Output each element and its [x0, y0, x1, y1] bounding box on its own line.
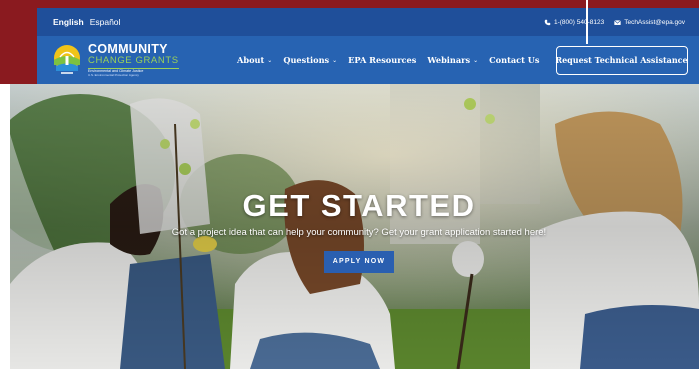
nav-questions[interactable]: Questions ⌄	[283, 55, 337, 65]
phone-number: 1-(800) 540-8123	[553, 18, 605, 26]
email-link[interactable]: TechAssist@epa.gov	[614, 19, 685, 26]
hero-banner: GET STARTED Got a project idea that can …	[10, 84, 699, 369]
phone-link[interactable]: 1-(800) 540-8123	[544, 19, 604, 26]
nav-contact-us-label: Contact Us	[489, 55, 540, 65]
language-spanish-link[interactable]: Español	[90, 17, 121, 27]
site-logo[interactable]: COMMUNITY CHANGE GRANTS Environmental an…	[50, 43, 220, 78]
nav-epa-resources-label: EPA Resources	[348, 55, 417, 65]
nav-epa-resources[interactable]: EPA Resources	[348, 55, 416, 65]
hero-content: GET STARTED Got a project idea that can …	[10, 188, 699, 273]
apply-now-button[interactable]: APPLY NOW	[324, 251, 394, 273]
chevron-down-icon: ⌄	[267, 56, 273, 64]
utility-bar: English Español 1-(800) 540-8123 TechAss…	[37, 8, 699, 36]
nav-about-label: About	[237, 55, 265, 65]
logo-agency: U.S. Environmental Protection Agency	[88, 73, 139, 78]
contact-info: 1-(800) 540-8123 TechAssist@epa.gov	[544, 19, 685, 26]
callout-pointer-line	[586, 0, 588, 44]
logo-title: COMMUNITY	[88, 41, 168, 56]
hero-title: GET STARTED	[242, 188, 476, 223]
chevron-down-icon: ⌄	[473, 56, 479, 64]
language-english-link[interactable]: English	[53, 17, 84, 27]
hero-subtitle: Got a project idea that can help your co…	[171, 227, 547, 238]
request-technical-assistance-button[interactable]: Request Technical Assistance	[555, 45, 688, 75]
chevron-down-icon: ⌄	[332, 56, 338, 64]
nav-webinars[interactable]: Webinars ⌄	[427, 55, 478, 65]
phone-icon	[544, 19, 551, 25]
main-header: COMMUNITY CHANGE GRANTS Environmental an…	[37, 36, 699, 84]
nav-contact-us[interactable]: Contact Us	[489, 55, 539, 65]
nav-webinars-label: Webinars	[427, 55, 471, 65]
nav-about[interactable]: About ⌄	[237, 55, 272, 65]
logo-subtitle: CHANGE GRANTS	[88, 55, 179, 67]
mail-icon	[614, 19, 622, 25]
main-navigation: About ⌄ Questions ⌄ EPA Resources Webina…	[237, 45, 688, 75]
nav-questions-label: Questions	[283, 55, 330, 65]
language-switcher: English Español	[53, 17, 120, 27]
logo-emblem-icon	[50, 43, 84, 77]
email-address: TechAssist@epa.gov	[624, 18, 685, 26]
